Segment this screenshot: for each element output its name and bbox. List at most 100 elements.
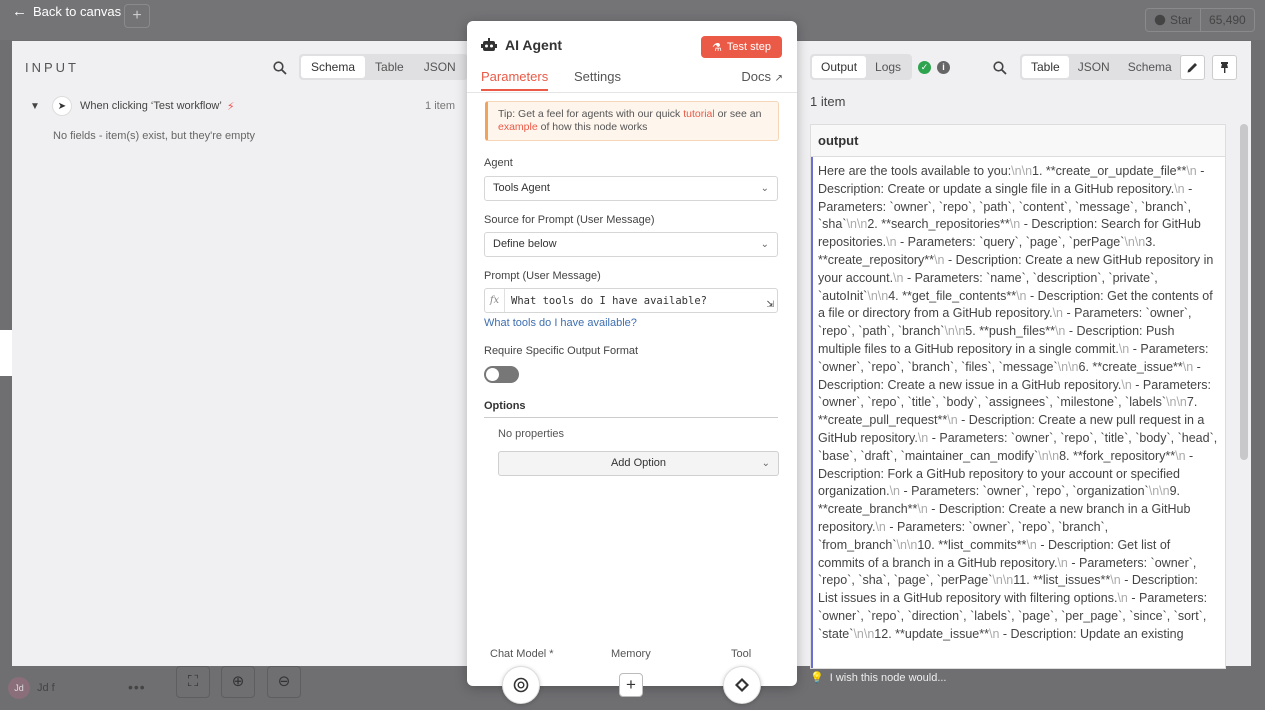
newline-marker: \n [875, 519, 886, 534]
output-view-table[interactable]: Table [1022, 56, 1069, 78]
input-view-switcher: Schema Table JSON [299, 54, 468, 80]
prompt-input-value: What tools do I have available? [511, 294, 707, 307]
robot-icon [481, 38, 497, 51]
output-text: 12. **update_issue** [874, 626, 989, 641]
docs-link[interactable]: Docs ↗ [741, 69, 783, 84]
agent-label: Agent [484, 157, 513, 169]
feedback-input[interactable]: 💡 I wish this node would... [810, 669, 1226, 686]
newline-marker: \n\n [1011, 164, 1033, 178]
prompt-source-select[interactable]: Define below ⌄ [484, 232, 778, 257]
newline-marker: \n [1052, 306, 1064, 321]
pin-output-button[interactable] [1212, 55, 1237, 80]
trigger-node-row[interactable]: ▼ ➤ When clicking ‘Test workflow’ ⚡ 1 it… [30, 96, 455, 116]
zoom-in-icon[interactable]: ⊕ [221, 666, 255, 698]
tool-icon [735, 678, 749, 692]
output-text: 6. **create_issue** [1078, 359, 1183, 374]
newline-marker: \n [886, 235, 897, 250]
output-text: 11. **list_issues** [1013, 573, 1111, 588]
chevron-down-icon: ⌄ [760, 183, 769, 194]
trigger-item-count: 1 item [425, 100, 455, 112]
user-avatar[interactable]: Jd [8, 677, 30, 699]
output-view-json[interactable]: JSON [1069, 56, 1119, 78]
output-text: 4. **get_file_contents** [888, 288, 1017, 303]
zoom-out-icon[interactable]: ⊖ [267, 666, 301, 698]
tool-node[interactable] [723, 666, 761, 704]
newline-marker: \n [934, 252, 945, 267]
tip-text: Tip: Get a feel for agents with our quic… [498, 108, 684, 120]
newline-marker: \n\n [1148, 484, 1170, 499]
cursor-icon: ➤ [52, 96, 72, 116]
lightbulb-icon: 💡 [810, 672, 824, 684]
search-icon[interactable] [993, 61, 1007, 75]
require-format-toggle[interactable] [484, 366, 519, 383]
input-view-json[interactable]: JSON [414, 56, 466, 78]
trigger-node-name: When clicking ‘Test workflow’ [80, 100, 222, 112]
user-menu-icon[interactable]: ••• [128, 679, 146, 695]
output-view-switcher: Table JSON Schema [1020, 54, 1183, 80]
tab-parameters[interactable]: Parameters [481, 69, 549, 91]
input-view-table[interactable]: Table [365, 56, 414, 78]
fit-view-icon[interactable]: ⛶ [176, 666, 210, 698]
newline-marker: \n [917, 502, 928, 517]
add-tab-button[interactable]: + [124, 4, 150, 28]
edit-output-button[interactable] [1180, 55, 1205, 80]
output-mode-output[interactable]: Output [812, 56, 867, 78]
github-star-button[interactable]: Star 65,490 [1145, 8, 1255, 32]
newline-marker: \n [1174, 181, 1185, 196]
newline-marker: \n\n [867, 288, 889, 303]
chevron-down-icon[interactable]: ▼ [30, 101, 46, 112]
add-memory-button[interactable]: + [619, 673, 643, 697]
memory-label: Memory [611, 648, 651, 660]
output-item-count: 1 item [810, 94, 846, 109]
search-icon[interactable] [273, 61, 287, 75]
add-option-button[interactable]: Add Option ⌄ [498, 451, 779, 476]
newline-marker: \n [1175, 448, 1186, 463]
input-view-schema[interactable]: Schema [301, 56, 366, 78]
prompt-preview: What tools do I have available? [484, 317, 637, 329]
output-scrollbar[interactable] [1240, 124, 1248, 460]
test-step-label: Test step [726, 41, 771, 53]
back-to-canvas-label: Back to canvas [33, 4, 122, 19]
lightning-icon: ⚡ [226, 100, 235, 113]
output-mode-logs[interactable]: Logs [866, 56, 910, 78]
node-title[interactable]: AI Agent [505, 37, 562, 53]
tab-settings[interactable]: Settings [574, 69, 621, 84]
newline-marker: \n [1118, 341, 1130, 356]
output-view-schema[interactable]: Schema [1119, 56, 1181, 78]
canvas-edge [0, 330, 12, 376]
output-text: - Description: Update an existing [999, 626, 1184, 641]
newline-marker: \n [889, 484, 901, 499]
tutorial-link[interactable]: tutorial [683, 108, 715, 120]
back-to-canvas-link[interactable]: ← Back to canvas [12, 4, 121, 19]
docs-label: Docs [741, 69, 771, 84]
prompt-label: Prompt (User Message) [484, 270, 601, 282]
prompt-input[interactable]: fx What tools do I have available? ⇲ [484, 288, 778, 313]
chevron-down-icon: ⌄ [761, 458, 770, 469]
newline-marker: \n [1026, 537, 1037, 552]
output-cell[interactable]: Here are the tools available to you:\n\n… [811, 157, 1225, 668]
chat-model-node[interactable] [502, 666, 540, 704]
expand-icon[interactable]: ⇲ [766, 299, 774, 310]
test-step-button[interactable]: ⚗ Test step [701, 36, 782, 58]
newline-marker: \n [988, 626, 1000, 641]
newline-marker: \n [1009, 217, 1021, 232]
output-text: 2. **search_repositories** [867, 217, 1010, 232]
openai-icon [513, 677, 529, 693]
output-text: 5. **push_files** [965, 324, 1055, 339]
example-link[interactable]: example [498, 121, 538, 133]
newline-marker: \n\n [1057, 359, 1079, 374]
pin-icon [1221, 62, 1228, 73]
output-text: 8. **fork_repository** [1059, 448, 1176, 463]
node-parameters-panel: AI Agent ⚗ Test step Parameters Settings… [467, 21, 797, 686]
newline-marker: \n [1110, 573, 1121, 588]
agent-select[interactable]: Tools Agent ⌄ [484, 176, 778, 201]
newline-marker: \n\n [846, 217, 868, 232]
user-name: Jd f [37, 682, 55, 694]
tip-text: or see an [714, 108, 762, 120]
output-text: - Parameters: `owner`, `repo`, `organiza… [900, 484, 1149, 499]
agent-tip-notice: Tip: Get a feel for agents with our quic… [485, 101, 779, 141]
newline-marker: \n\n [992, 573, 1014, 588]
info-icon[interactable]: i [937, 61, 950, 74]
flask-icon: ⚗ [712, 41, 722, 54]
newline-marker: \n\n [1124, 235, 1146, 250]
